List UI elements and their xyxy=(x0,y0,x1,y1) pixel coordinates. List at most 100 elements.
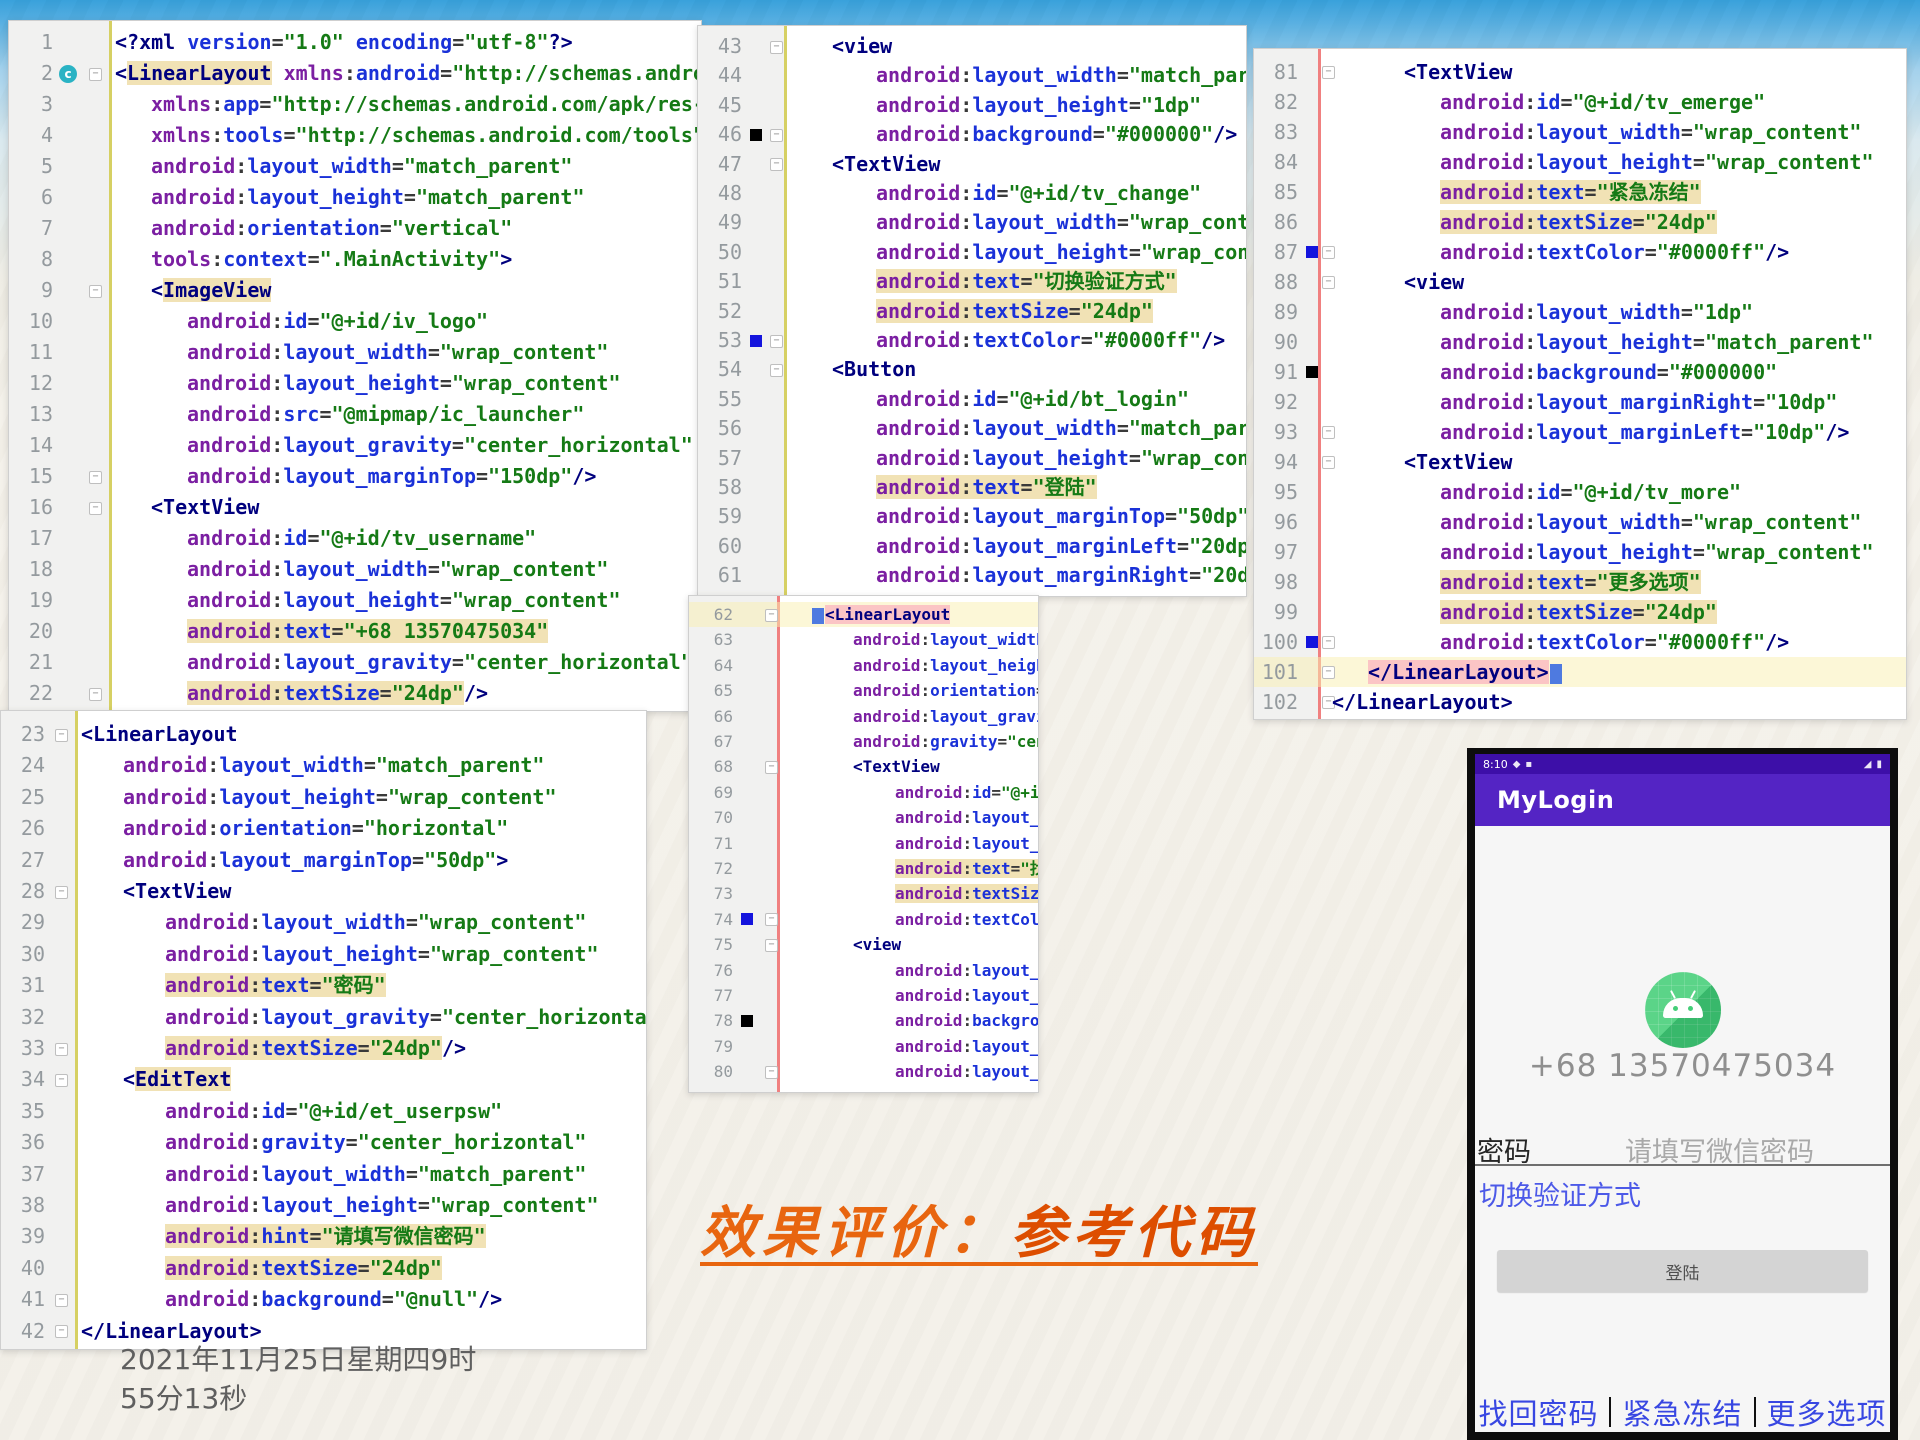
code-line: 55android:id="@+id/bt_login" xyxy=(698,385,1246,414)
fold-icon[interactable]: − xyxy=(770,158,783,171)
code-line: 11android:layout_width="wrap_content" xyxy=(9,337,701,368)
code-line: 75−<view xyxy=(689,932,1038,957)
line-number: 89 xyxy=(1256,297,1298,327)
phone-mockup: 8:10 ◆ ▪ ◢ ▮ MyLogin +68 13570475034 xyxy=(1467,748,1898,1440)
line-number: 29 xyxy=(3,907,45,938)
fold-icon[interactable]: − xyxy=(55,886,68,899)
phone-app-bar: MyLogin xyxy=(1475,774,1890,826)
fold-icon[interactable]: − xyxy=(1322,246,1335,259)
line-number: 12 xyxy=(11,368,53,399)
line-number: 11 xyxy=(11,337,53,368)
line-number: 18 xyxy=(11,554,53,585)
line-number: 83 xyxy=(1256,117,1298,147)
code-line: 76android:layout_width="1dp" xyxy=(689,958,1038,983)
link-recover-password[interactable]: 找回密码 xyxy=(1478,1391,1598,1432)
code-line: 4xmlns:tools="http://schemas.android.com… xyxy=(9,120,701,151)
fold-icon[interactable]: − xyxy=(770,129,783,142)
color-preview-swatch xyxy=(750,335,762,347)
code-line: 9−<ImageView xyxy=(9,275,701,306)
line-number: 23 xyxy=(3,719,45,750)
line-number: 87 xyxy=(1256,237,1298,267)
code-line: 48android:id="@+id/tv_change" xyxy=(698,179,1246,208)
link-emergency-freeze[interactable]: 紧急冻结 xyxy=(1622,1391,1742,1432)
fold-icon[interactable]: − xyxy=(89,68,102,81)
fold-icon[interactable]: − xyxy=(765,1066,778,1079)
fold-icon[interactable]: − xyxy=(89,502,102,515)
status-time: 8:10 xyxy=(1483,758,1508,771)
line-number: 33 xyxy=(3,1033,45,1064)
fold-icon[interactable]: − xyxy=(765,913,778,926)
fold-icon[interactable]: − xyxy=(1322,666,1335,679)
divider xyxy=(1475,1164,1890,1166)
fold-icon[interactable]: − xyxy=(55,1294,68,1307)
line-number: 71 xyxy=(691,831,733,856)
code-line: 36android:gravity="center_horizontal" xyxy=(1,1127,646,1158)
code-line: 13android:src="@mipmap/ic_launcher" xyxy=(9,399,701,430)
code-editor-panel-e: 81−<TextView82android:id="@+id/tv_emerge… xyxy=(1253,48,1907,720)
line-number: 41 xyxy=(3,1284,45,1315)
login-button[interactable]: 登陆 xyxy=(1497,1250,1868,1292)
line-number: 10 xyxy=(11,306,53,337)
fold-icon[interactable]: − xyxy=(765,609,778,622)
line-number: 47 xyxy=(700,150,742,179)
line-number: 17 xyxy=(11,523,53,554)
code-line: 86android:textSize="24dp" xyxy=(1254,207,1906,237)
divider xyxy=(1609,1397,1611,1427)
fold-icon[interactable]: − xyxy=(89,471,102,484)
code-line: 58android:text="登陆" xyxy=(698,473,1246,502)
code-line: 82android:id="@+id/tv_emerge" xyxy=(1254,87,1906,117)
fold-icon[interactable]: − xyxy=(1322,636,1335,649)
line-number: 53 xyxy=(700,326,742,355)
line-number: 51 xyxy=(700,267,742,296)
sd-card-icon: ▪ xyxy=(1525,759,1532,770)
fold-icon[interactable]: − xyxy=(89,285,102,298)
code-line: 37android:layout_width="match_parent" xyxy=(1,1159,646,1190)
code-line: 5android:layout_width="match_parent" xyxy=(9,151,701,182)
fold-icon[interactable]: − xyxy=(1322,426,1335,439)
line-number: 76 xyxy=(691,958,733,983)
code-line: 39android:hint="请填写微信密码" xyxy=(1,1221,646,1252)
switch-verify-link[interactable]: 切换验证方式 xyxy=(1479,1174,1641,1213)
line-number: 62 xyxy=(691,602,733,627)
fold-icon[interactable]: − xyxy=(765,939,778,952)
code-line: 79android:layout_marginRight="10dp" xyxy=(689,1034,1038,1059)
line-number: 55 xyxy=(700,385,742,414)
color-preview-swatch xyxy=(741,913,753,925)
line-number: 92 xyxy=(1256,387,1298,417)
fold-icon[interactable]: − xyxy=(89,688,102,701)
link-more-options[interactable]: 更多选项 xyxy=(1767,1391,1887,1432)
line-number: 85 xyxy=(1256,177,1298,207)
fold-icon[interactable]: − xyxy=(765,761,778,774)
fold-icon[interactable]: − xyxy=(55,1043,68,1056)
fold-icon[interactable]: − xyxy=(55,729,68,742)
line-number: 2 xyxy=(11,58,53,89)
fold-icon[interactable]: − xyxy=(770,364,783,377)
code-line: 35android:id="@+id/et_userpsw" xyxy=(1,1096,646,1127)
fold-icon[interactable]: − xyxy=(55,1074,68,1087)
fold-icon[interactable]: − xyxy=(1322,456,1335,469)
fold-icon[interactable]: − xyxy=(1322,66,1335,79)
gutter-badge-icon[interactable]: c xyxy=(59,65,77,83)
line-number: 66 xyxy=(691,704,733,729)
code-line: 84android:layout_height="wrap_content" xyxy=(1254,147,1906,177)
code-line: 65android:orientation="horizontal" xyxy=(689,678,1038,703)
code-line: 99android:textSize="24dp" xyxy=(1254,597,1906,627)
line-number: 35 xyxy=(3,1096,45,1127)
code-line: 101−</LinearLayout> xyxy=(1254,657,1906,687)
line-number: 75 xyxy=(691,932,733,957)
code-line: 22−android:textSize="24dp"/> xyxy=(9,678,701,709)
code-line: 47−<TextView xyxy=(698,150,1246,179)
line-number: 45 xyxy=(700,91,742,120)
fold-icon[interactable]: − xyxy=(55,1325,68,1338)
line-number: 24 xyxy=(3,750,45,781)
code-line: 100−android:textColor="#0000ff"/> xyxy=(1254,627,1906,657)
fold-icon[interactable]: − xyxy=(1322,276,1335,289)
phone-screen: 8:10 ◆ ▪ ◢ ▮ MyLogin +68 13570475034 xyxy=(1475,754,1890,1432)
fold-icon[interactable]: − xyxy=(770,41,783,54)
code-line: 90android:layout_height="match_parent" xyxy=(1254,327,1906,357)
divider xyxy=(1754,1397,1756,1427)
line-number: 69 xyxy=(691,780,733,805)
line-number: 52 xyxy=(700,297,742,326)
line-number: 31 xyxy=(3,970,45,1001)
fold-icon[interactable]: − xyxy=(770,335,783,348)
